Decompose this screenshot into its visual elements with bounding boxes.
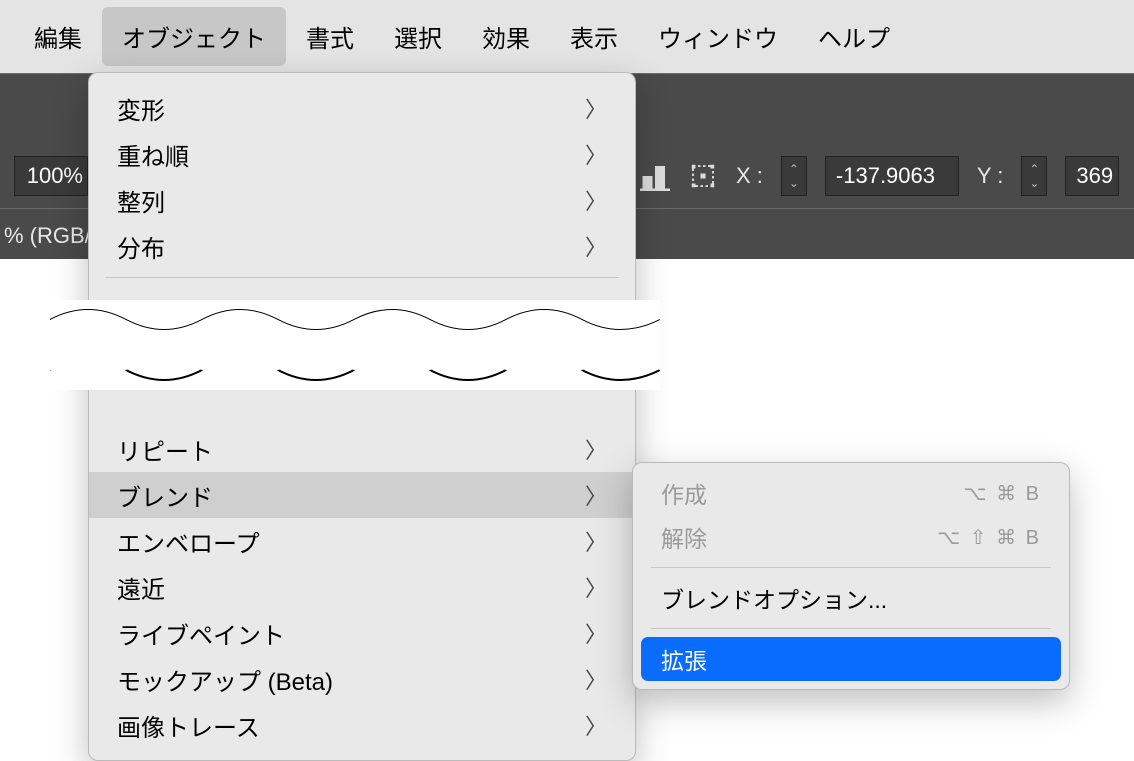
menu-item-repeat[interactable]: リピート 〉 — [89, 426, 635, 472]
zoom-field[interactable]: 100% — [14, 156, 88, 196]
menu-item-label: モックアップ (Beta) — [117, 662, 333, 697]
submenu-separator — [651, 567, 1051, 568]
shortcut-label: ⌥ ⇧ ⌘ B — [937, 525, 1041, 550]
x-label: X : — [736, 163, 763, 189]
menu-item-mockup[interactable]: モックアップ (Beta) 〉 — [89, 656, 635, 702]
object-menu-dropdown: 変形〉 重ね順〉 整列〉 分布〉 リピート〉 ブレンド〉 エンベロープ〉 遠近〉… — [88, 72, 636, 761]
menu-object[interactable]: オブジェクト — [102, 7, 286, 66]
chevron-right-icon: 〉 — [585, 92, 607, 124]
transform-icon[interactable] — [688, 161, 718, 191]
align-icon[interactable] — [640, 161, 670, 191]
submenu-item-label: 作成 — [661, 476, 707, 510]
chevron-right-icon: 〉 — [585, 230, 607, 262]
menu-item-label: 整列 — [117, 183, 165, 218]
submenu-item-release[interactable]: 解除 ⌥ ⇧ ⌘ B — [641, 515, 1061, 559]
menu-item-label: ライブペイント — [117, 616, 285, 651]
menubar: 編集 オブジェクト 書式 選択 効果 表示 ウィンドウ ヘルプ — [0, 0, 1134, 74]
y-value-field[interactable]: 369 — [1065, 156, 1119, 196]
menu-window[interactable]: ウィンドウ — [638, 7, 798, 66]
menu-view[interactable]: 表示 — [550, 7, 638, 66]
menu-edit[interactable]: 編集 — [14, 7, 102, 66]
submenu-item-label: ブレンドオプション... — [661, 581, 887, 615]
menu-item-label: リピート — [117, 432, 213, 467]
submenu-item-label: 解除 — [661, 520, 707, 554]
menu-separator — [105, 277, 619, 278]
submenu-item-expand[interactable]: 拡張 — [641, 637, 1061, 681]
menu-item-perspective[interactable]: 遠近 〉 — [89, 564, 635, 610]
menu-item-blend[interactable]: ブレンド 〉 — [89, 472, 635, 518]
menu-item-label: エンベロープ — [117, 524, 260, 559]
menu-select[interactable]: 選択 — [374, 7, 462, 66]
truncation-wave-icon — [50, 300, 660, 390]
menu-item-label: 重ね順 — [117, 137, 189, 172]
menu-item-imagetrace[interactable]: 画像トレース 〉 — [89, 702, 635, 748]
y-stepper[interactable]: ⌃⌄ — [1021, 156, 1047, 196]
chevron-right-icon: 〉 — [585, 184, 607, 216]
submenu-item-blend-options[interactable]: ブレンドオプション... — [641, 576, 1061, 620]
submenu-item-label: 拡張 — [661, 642, 707, 676]
chevron-right-icon: 〉 — [585, 709, 607, 741]
menu-item-label: 遠近 — [117, 570, 165, 605]
chevron-right-icon: 〉 — [585, 479, 607, 511]
menu-item-label: ブレンド — [117, 478, 213, 513]
menu-effect[interactable]: 効果 — [462, 7, 550, 66]
menu-item-label: 変形 — [117, 91, 165, 126]
menu-item-envelope[interactable]: エンベロープ 〉 — [89, 518, 635, 564]
menu-item-label: 画像トレース — [117, 708, 260, 743]
shortcut-label: ⌥ ⌘ B — [964, 481, 1042, 506]
submenu-separator — [651, 628, 1051, 629]
menu-item-livepaint[interactable]: ライブペイント 〉 — [89, 610, 635, 656]
chevron-right-icon: 〉 — [585, 617, 607, 649]
blend-submenu: 作成 ⌥ ⌘ B 解除 ⌥ ⇧ ⌘ B ブレンドオプション... 拡張 — [632, 462, 1070, 690]
menu-item-align[interactable]: 整列 〉 — [89, 177, 635, 223]
x-value-field[interactable]: -137.9063 — [825, 156, 959, 196]
chevron-right-icon: 〉 — [585, 433, 607, 465]
menu-item-arrange[interactable]: 重ね順 〉 — [89, 131, 635, 177]
menu-item-distribute[interactable]: 分布 〉 — [89, 223, 635, 269]
y-label: Y : — [977, 163, 1004, 189]
menu-item-label: 分布 — [117, 229, 165, 264]
submenu-item-make[interactable]: 作成 ⌥ ⌘ B — [641, 471, 1061, 515]
menu-type[interactable]: 書式 — [286, 7, 374, 66]
chevron-right-icon: 〉 — [585, 525, 607, 557]
chevron-right-icon: 〉 — [585, 138, 607, 170]
menu-help[interactable]: ヘルプ — [798, 7, 910, 66]
menu-item-transform[interactable]: 変形 〉 — [89, 85, 635, 131]
x-stepper[interactable]: ⌃⌄ — [781, 156, 807, 196]
chevron-right-icon: 〉 — [585, 663, 607, 695]
chevron-right-icon: 〉 — [585, 571, 607, 603]
